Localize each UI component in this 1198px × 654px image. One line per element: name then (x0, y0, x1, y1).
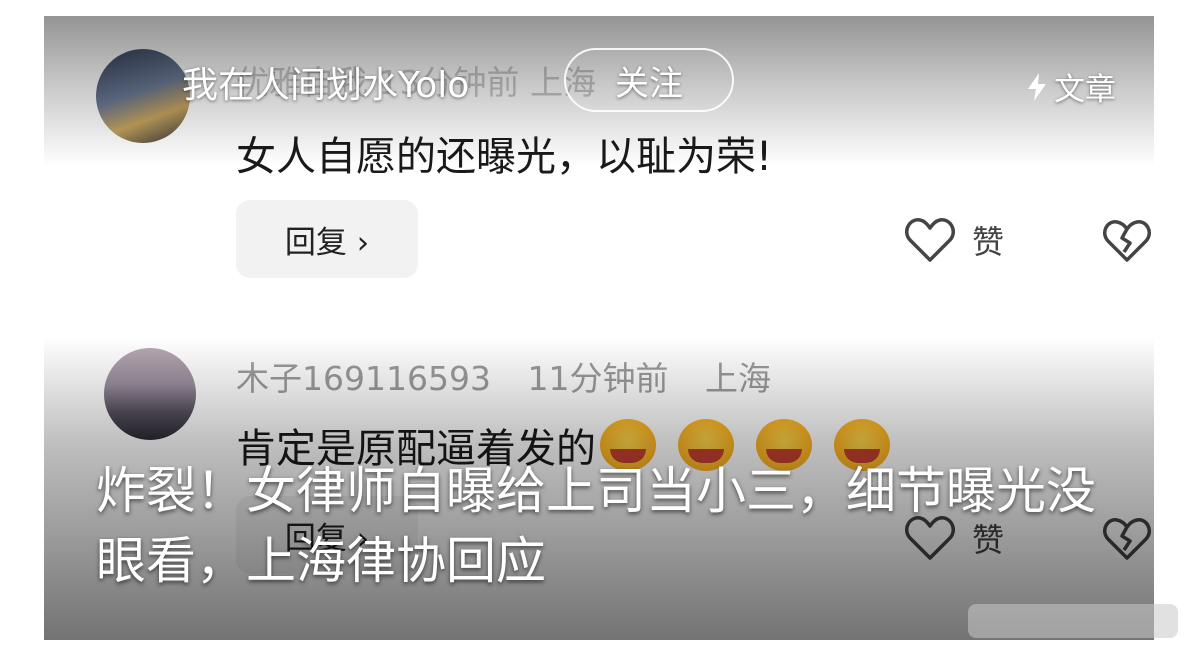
broken-heart-icon[interactable] (1102, 218, 1152, 264)
follow-button[interactable]: 关注 (564, 48, 734, 112)
follow-label: 关注 (615, 63, 683, 104)
headline-text: 炸裂！女律师自曝给上司当小三，细节曝光没眼看，上海律协回应 (96, 462, 1096, 590)
broken-heart-icon[interactable] (1102, 516, 1152, 562)
reply-label: 回复 › (284, 224, 370, 261)
like-label: 赞 (972, 223, 1005, 261)
heart-outline-icon (905, 218, 955, 262)
comment-location: 上海 (704, 359, 771, 398)
avatar[interactable] (96, 49, 190, 143)
article-link[interactable]: 文章 (1026, 64, 1116, 109)
avatar[interactable] (104, 348, 196, 440)
watermark (968, 604, 1178, 638)
lightning-icon (1028, 72, 1046, 101)
comment-meta: 木子169116593 11分钟前 上海 (236, 352, 771, 400)
comment-time: 11分钟前 (527, 359, 669, 398)
screenshot-card: 优雅自我 13分钟前 上海 女人自愿的还曝光，以耻为荣! 回复 › 赞 木子16… (44, 16, 1154, 640)
like-button[interactable]: 赞 (904, 216, 1004, 264)
article-label: 文章 (1054, 72, 1116, 108)
reply-button[interactable]: 回复 › (236, 200, 418, 278)
author-name[interactable]: 我在人间划水Yolo (182, 56, 469, 108)
comment-username[interactable]: 木子169116593 (236, 359, 491, 398)
comment-text: 女人自愿的还曝光，以耻为荣! (236, 134, 773, 180)
